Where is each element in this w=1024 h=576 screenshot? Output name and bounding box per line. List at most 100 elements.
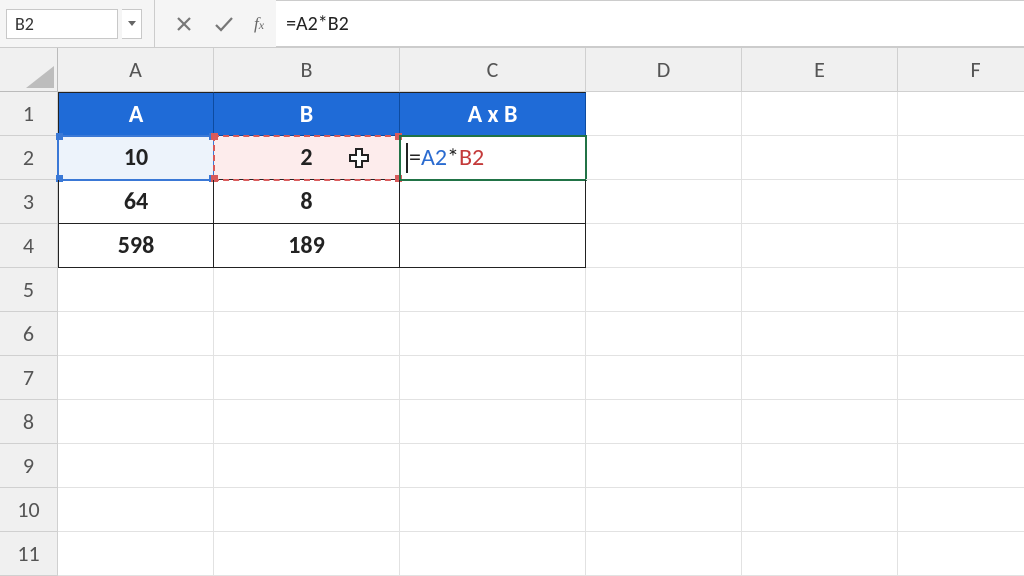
cell-b3[interactable]: 8: [214, 180, 400, 224]
cell-d3[interactable]: [586, 180, 742, 224]
cell-f2[interactable]: [898, 136, 1024, 180]
cell-b7[interactable]: [214, 356, 400, 400]
row-header-3[interactable]: 3: [0, 180, 58, 224]
cell-a11[interactable]: [58, 532, 214, 576]
formula-input[interactable]: =A2*B2: [276, 0, 1024, 47]
cell-e10[interactable]: [742, 488, 898, 532]
row-header-11[interactable]: 11: [0, 532, 58, 576]
cell-f1[interactable]: [898, 92, 1024, 136]
cell-e6[interactable]: [742, 312, 898, 356]
cell-cursor-icon: [347, 146, 371, 170]
row-header-9[interactable]: 9: [0, 444, 58, 488]
cell-c1[interactable]: A x B: [400, 92, 586, 136]
cell-c6[interactable]: [400, 312, 586, 356]
select-all-corner[interactable]: [0, 48, 58, 92]
ref-handle[interactable]: [211, 133, 218, 140]
cell-c3[interactable]: [400, 180, 586, 224]
enter-icon[interactable]: [214, 14, 234, 34]
name-box[interactable]: B2: [6, 9, 118, 39]
cell-a4[interactable]: 598: [58, 224, 214, 268]
cell-e9[interactable]: [742, 444, 898, 488]
chevron-down-icon: [128, 21, 136, 26]
cell-e2[interactable]: [742, 136, 898, 180]
cell-b10[interactable]: [214, 488, 400, 532]
formula-token-ref-a: A2: [421, 143, 447, 172]
row-header-7[interactable]: 7: [0, 356, 58, 400]
cancel-icon[interactable]: [174, 14, 194, 34]
cell-d9[interactable]: [586, 444, 742, 488]
cell-f5[interactable]: [898, 268, 1024, 312]
col-header-f[interactable]: F: [898, 48, 1024, 92]
cell-c5[interactable]: [400, 268, 586, 312]
cell-d5[interactable]: [586, 268, 742, 312]
row-header-1[interactable]: 1: [0, 92, 58, 136]
insert-function-icon[interactable]: fx: [254, 14, 264, 34]
cell-c10[interactable]: [400, 488, 586, 532]
cell-d10[interactable]: [586, 488, 742, 532]
cell-f7[interactable]: [898, 356, 1024, 400]
cell-a6[interactable]: [58, 312, 214, 356]
spreadsheet-grid: A B C D E F 1 A B A x B 2 10 2 = A2 * B2: [0, 48, 1024, 576]
cell-d7[interactable]: [586, 356, 742, 400]
formula-bar-tools: fx: [162, 0, 276, 47]
cell-b1[interactable]: B: [214, 92, 400, 136]
cell-d2[interactable]: [586, 136, 742, 180]
cell-e3[interactable]: [742, 180, 898, 224]
cell-c2[interactable]: = A2 * B2: [400, 136, 586, 180]
cell-a1[interactable]: A: [58, 92, 214, 136]
row-header-4[interactable]: 4: [0, 224, 58, 268]
cell-b8[interactable]: [214, 400, 400, 444]
cell-a2[interactable]: 10: [58, 136, 214, 180]
col-header-d[interactable]: D: [586, 48, 742, 92]
col-header-c[interactable]: C: [400, 48, 586, 92]
cell-f11[interactable]: [898, 532, 1024, 576]
col-header-b[interactable]: B: [214, 48, 400, 92]
cell-f6[interactable]: [898, 312, 1024, 356]
cell-c11[interactable]: [400, 532, 586, 576]
cell-e8[interactable]: [742, 400, 898, 444]
cell-c8[interactable]: [400, 400, 586, 444]
ref-handle[interactable]: [56, 133, 63, 140]
cell-a7[interactable]: [58, 356, 214, 400]
cell-d6[interactable]: [586, 312, 742, 356]
cell-f8[interactable]: [898, 400, 1024, 444]
formula-token-eq: =: [409, 143, 421, 172]
col-header-a[interactable]: A: [58, 48, 214, 92]
row-header-5[interactable]: 5: [0, 268, 58, 312]
cell-c9[interactable]: [400, 444, 586, 488]
cell-b9[interactable]: [214, 444, 400, 488]
cell-b5[interactable]: [214, 268, 400, 312]
cell-a8[interactable]: [58, 400, 214, 444]
cell-b6[interactable]: [214, 312, 400, 356]
cell-a3[interactable]: 64: [58, 180, 214, 224]
cell-d11[interactable]: [586, 532, 742, 576]
row-header-2[interactable]: 2: [0, 136, 58, 180]
row-header-6[interactable]: 6: [0, 312, 58, 356]
cell-c7[interactable]: [400, 356, 586, 400]
cell-d8[interactable]: [586, 400, 742, 444]
cell-f4[interactable]: [898, 224, 1024, 268]
cell-c4[interactable]: [400, 224, 586, 268]
cell-a10[interactable]: [58, 488, 214, 532]
cell-b2[interactable]: 2: [214, 136, 400, 180]
cell-b4[interactable]: 189: [214, 224, 400, 268]
name-box-dropdown[interactable]: [122, 9, 142, 39]
cell-f10[interactable]: [898, 488, 1024, 532]
row-header-10[interactable]: 10: [0, 488, 58, 532]
cell-e1[interactable]: [742, 92, 898, 136]
cell-e5[interactable]: [742, 268, 898, 312]
name-box-group: B2: [0, 0, 148, 47]
row-header-8[interactable]: 8: [0, 400, 58, 444]
cell-d4[interactable]: [586, 224, 742, 268]
cell-f9[interactable]: [898, 444, 1024, 488]
cell-e4[interactable]: [742, 224, 898, 268]
cell-a9[interactable]: [58, 444, 214, 488]
cell-d1[interactable]: [586, 92, 742, 136]
cell-a5[interactable]: [58, 268, 214, 312]
cell-value: 10: [124, 143, 148, 172]
cell-b11[interactable]: [214, 532, 400, 576]
cell-f3[interactable]: [898, 180, 1024, 224]
cell-e11[interactable]: [742, 532, 898, 576]
col-header-e[interactable]: E: [742, 48, 898, 92]
cell-e7[interactable]: [742, 356, 898, 400]
